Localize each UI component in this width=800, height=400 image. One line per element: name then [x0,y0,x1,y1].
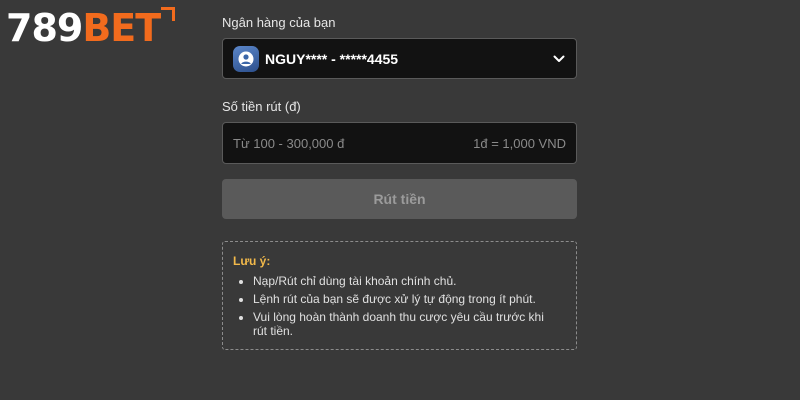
withdraw-button[interactable]: Rút tiền [222,179,577,219]
selected-bank-account: NGUY**** - *****4455 [265,50,399,67]
notice-item: Lệnh rút của bạn sẽ được xử lý tự động t… [253,292,566,306]
amount-label: Số tiền rút (đ) [222,99,301,114]
amount-input[interactable] [233,135,474,151]
conversion-hint: 1đ = 1,000 VND [473,135,566,151]
chevron-down-icon[interactable] [552,52,566,66]
bank-account-select[interactable]: NGUY**** - *****4455 [222,38,577,79]
logo-number: 789 [6,6,83,50]
amount-field: 1đ = 1,000 VND [222,122,577,164]
logo-text: BET [82,6,161,50]
notice-item: Vui lòng hoàn thành doanh thu cược yêu c… [253,310,566,338]
notice-item: Nạp/Rút chỉ dùng tài khoản chính chủ. [253,274,566,288]
brand-logo: 789 BET [6,4,176,52]
bank-label: Ngân hàng của bạn [222,15,336,30]
bank-user-icon [233,45,259,72]
notice-title: Lưu ý: [233,254,271,268]
logo-corner-mark [161,7,176,21]
notice-list: Nạp/Rút chỉ dùng tài khoản chính chủ. Lệ… [233,274,566,338]
notice-box: Lưu ý: Nạp/Rút chỉ dùng tài khoản chính … [222,241,577,350]
